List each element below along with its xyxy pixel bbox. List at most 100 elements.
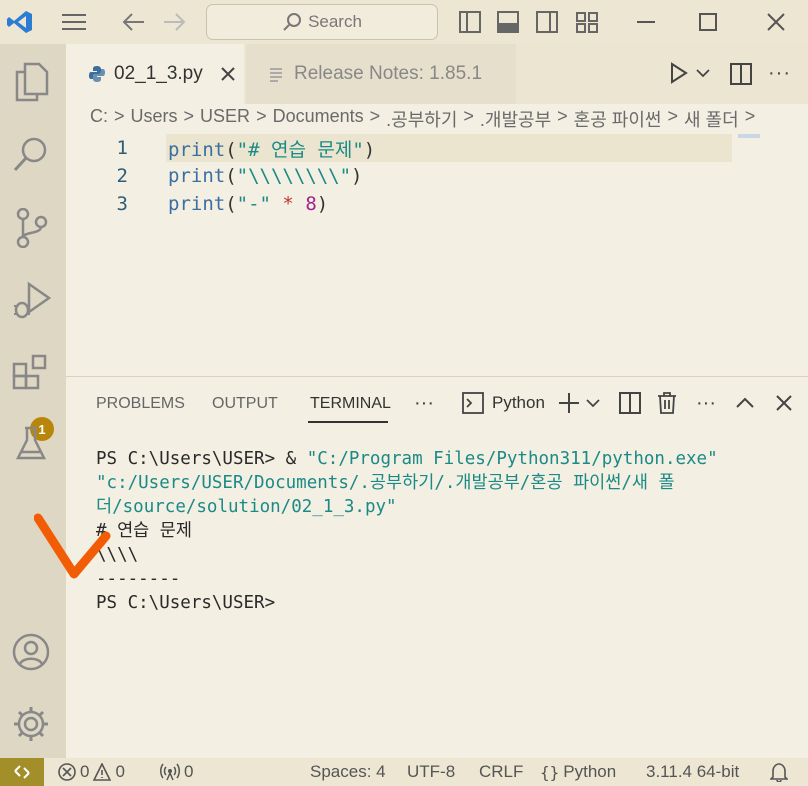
- menu-icon[interactable]: [60, 8, 88, 36]
- ports-count: 0: [184, 762, 194, 781]
- maximize-panel-chevron-up-icon[interactable]: [736, 389, 754, 417]
- close-panel-icon[interactable]: [776, 389, 792, 417]
- remote-indicator[interactable]: [0, 758, 44, 786]
- breadcrumb-item[interactable]: .공부하기: [386, 106, 457, 130]
- code-function: print: [168, 193, 226, 215]
- new-terminal-button[interactable]: [558, 389, 600, 417]
- terminal-output[interactable]: PS C:\Users\USER> & "C:/Program Files/Py…: [96, 447, 796, 615]
- braces-icon: {}: [540, 762, 560, 782]
- indentation-status[interactable]: Spaces: 4: [310, 762, 386, 782]
- title-bar: Search: [0, 0, 808, 44]
- checkmark-annotation-icon: [34, 513, 111, 579]
- code-function: print: [168, 138, 226, 161]
- python-file-icon: [88, 65, 106, 83]
- terminal-command-line: PS C:\Users\USER> & "C:/Program Files/Py…: [96, 447, 796, 519]
- back-arrow-icon[interactable]: [120, 8, 148, 36]
- toggle-primary-sidebar-icon[interactable]: [456, 8, 484, 36]
- tab-output[interactable]: OUTPUT: [212, 395, 278, 413]
- code-paren: ): [363, 138, 376, 161]
- breadcrumb-item[interactable]: 새 폴더: [684, 106, 739, 130]
- split-terminal-icon[interactable]: [619, 389, 641, 417]
- toggle-secondary-sidebar-icon[interactable]: [533, 8, 561, 36]
- breadcrumb-item[interactable]: Users: [131, 106, 178, 130]
- trash-icon[interactable]: [657, 389, 677, 417]
- minimize-icon[interactable]: [632, 8, 660, 36]
- notifications-bell-icon[interactable]: [770, 762, 788, 782]
- terminal-prompt-prefix: PS C:\Users\USER> &: [96, 449, 307, 469]
- breadcrumb-item[interactable]: Documents: [273, 106, 364, 130]
- tab-02-1-3-py[interactable]: 02_1_3.py: [66, 44, 244, 104]
- chevron-down-icon: [696, 69, 710, 78]
- forward-arrow-icon[interactable]: [160, 8, 188, 36]
- breadcrumb-separator: >: [744, 106, 756, 126]
- close-icon[interactable]: [762, 8, 790, 36]
- ports-status[interactable]: 0: [160, 762, 193, 782]
- terminal-script-path: "c:/Users/USER/Documents/.공부하기/.개발공부/혼공 …: [96, 473, 675, 517]
- breadcrumb-item[interactable]: 혼공 파이썬: [574, 106, 662, 130]
- code-paren: (: [225, 193, 237, 215]
- code-function: print: [168, 165, 226, 187]
- code-string: "# 연습 문제": [236, 138, 364, 161]
- status-bar: 0 0 0 Spaces: 4 UTF-8 CRLF {} Python 3.1…: [0, 758, 808, 786]
- breadcrumb-item[interactable]: C:: [90, 106, 108, 130]
- code-string: "\\\\\\\\": [236, 165, 352, 187]
- warning-icon: [93, 763, 112, 781]
- breadcrumb-item[interactable]: .개발공부: [480, 106, 551, 130]
- error-icon: [58, 763, 76, 781]
- language-mode-status[interactable]: {} Python: [540, 762, 616, 782]
- extensions-icon[interactable]: [9, 350, 53, 394]
- breadcrumb-separator: >: [463, 106, 474, 126]
- encoding-status[interactable]: UTF-8: [407, 762, 455, 782]
- problems-status[interactable]: 0 0: [58, 762, 125, 782]
- customize-layout-icon[interactable]: [573, 8, 601, 36]
- code-line[interactable]: 1 print("# 연습 문제"): [66, 134, 376, 162]
- code-line[interactable]: 3 print("-" * 8): [66, 190, 329, 218]
- accounts-icon[interactable]: [9, 630, 53, 674]
- search-input[interactable]: Search: [206, 4, 438, 40]
- code-paren: (: [225, 138, 237, 161]
- tab-close-icon[interactable]: [221, 67, 235, 81]
- line-number: 2: [116, 165, 128, 187]
- search-icon[interactable]: [9, 132, 53, 176]
- minimap[interactable]: [738, 134, 760, 138]
- language-label: Python: [563, 762, 617, 781]
- python-interpreter-status[interactable]: 3.11.4 64-bit: [646, 762, 739, 782]
- code-string: "-": [236, 193, 271, 215]
- panel-more-actions-icon[interactable]: ···: [696, 389, 716, 417]
- breadcrumb-separator: >: [557, 106, 568, 126]
- tab-release-notes[interactable]: Release Notes: 1.85.1: [246, 44, 516, 104]
- source-control-icon[interactable]: [9, 206, 53, 250]
- split-editor-icon[interactable]: [730, 63, 752, 90]
- terminal-selector[interactable]: Python: [462, 389, 545, 417]
- testing-flask-icon[interactable]: [9, 422, 53, 466]
- breadcrumb: C: > Users > USER > Documents > .공부하기 > …: [90, 106, 808, 130]
- code-line[interactable]: 2 print("\\\\\\\\"): [66, 162, 363, 190]
- toggle-panel-icon[interactable]: [494, 8, 522, 36]
- remote-icon: [14, 765, 30, 779]
- code-operator: *: [270, 193, 306, 215]
- vscode-logo-icon: [6, 8, 34, 36]
- breadcrumb-item[interactable]: USER: [200, 106, 250, 130]
- breadcrumb-separator: >: [114, 106, 125, 126]
- code-paren: (: [225, 165, 237, 187]
- search-icon: [283, 13, 302, 31]
- more-actions-icon[interactable]: ···: [768, 62, 791, 85]
- code-editor[interactable]: 1 print("# 연습 문제") 2 print("\\\\\\\\") 3…: [66, 132, 808, 376]
- manage-gear-icon[interactable]: [9, 702, 53, 746]
- run-python-file-button[interactable]: [670, 62, 710, 84]
- code-paren: ): [351, 165, 363, 187]
- warning-count: 0: [115, 762, 125, 781]
- tab-problems[interactable]: PROBLEMS: [96, 395, 185, 413]
- run-and-debug-icon[interactable]: [9, 278, 53, 322]
- eol-status[interactable]: CRLF: [479, 762, 523, 782]
- panel-more-icon[interactable]: ···: [414, 389, 434, 417]
- document-lines-icon: [268, 66, 284, 82]
- broadcast-icon: [160, 763, 180, 781]
- maximize-icon[interactable]: [694, 8, 722, 36]
- run-play-icon: [671, 62, 688, 84]
- tab-terminal[interactable]: TERMINAL: [310, 395, 391, 413]
- breadcrumb-separator: >: [256, 106, 267, 126]
- editor-tabs-bar: 02_1_3.py Release Notes: 1.85.1 ···: [66, 44, 808, 104]
- explorer-icon[interactable]: [9, 60, 53, 104]
- activity-bar: 1: [0, 44, 66, 758]
